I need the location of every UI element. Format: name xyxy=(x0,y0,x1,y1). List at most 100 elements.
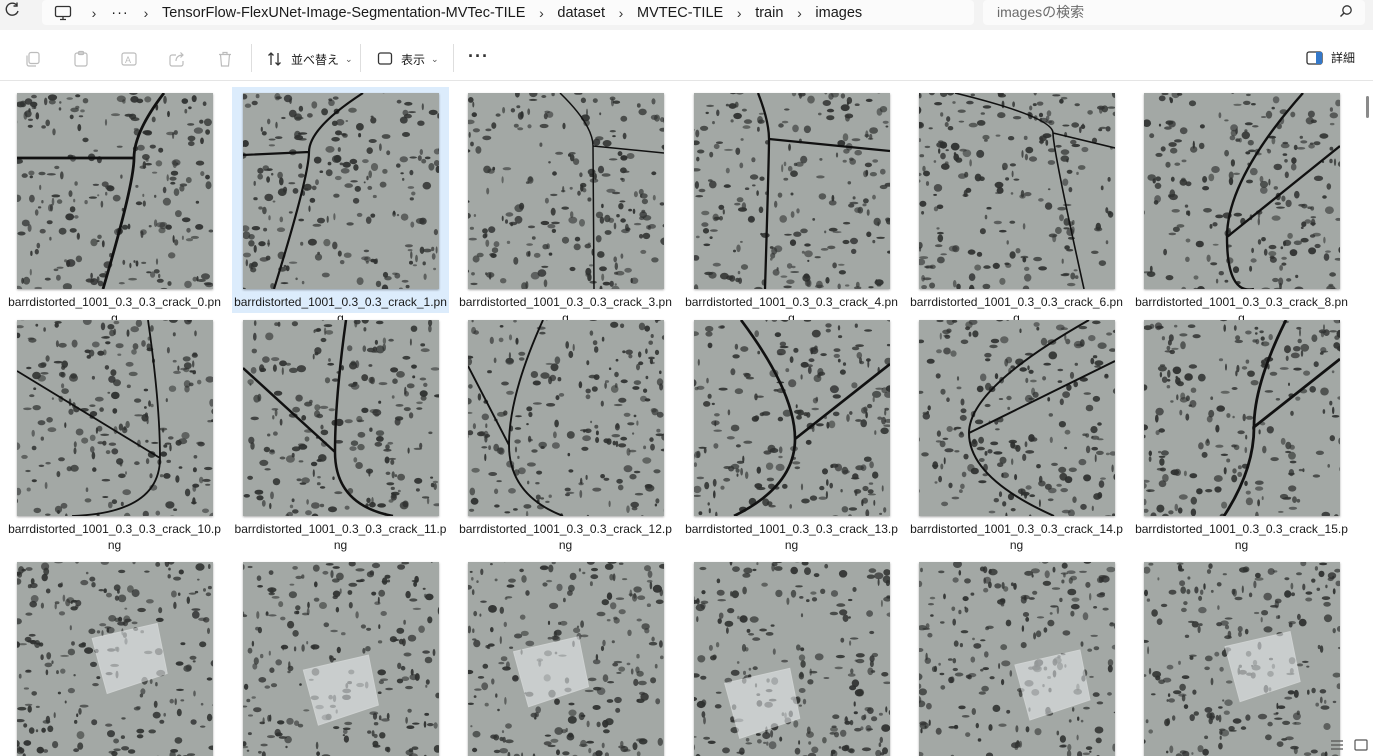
file-item[interactable]: barrdistorted_1001_0.3_0.3_crack_3.png xyxy=(457,87,674,325)
file-item[interactable] xyxy=(683,556,900,756)
file-thumbnail[interactable] xyxy=(694,562,890,756)
file-thumbnail[interactable] xyxy=(1144,562,1340,756)
details-label: 詳細 xyxy=(1331,51,1356,65)
breadcrumb[interactable]: › ··· › TensorFlow-FlexUNet-Image-Segmen… xyxy=(42,0,974,25)
breadcrumb-item-images[interactable]: images xyxy=(813,5,864,21)
chevron-right-icon: › xyxy=(797,4,802,21)
file-item[interactable] xyxy=(908,556,1125,756)
sort-button[interactable]: 並べ替え ⌄ xyxy=(267,47,353,71)
file-thumbnail[interactable] xyxy=(468,562,664,756)
toolbar-divider xyxy=(360,44,361,72)
chevron-right-icon: › xyxy=(539,4,544,21)
tape-tile-thumbnail xyxy=(243,562,439,756)
view-icon xyxy=(377,52,393,65)
sort-label: 並べ替え xyxy=(291,52,340,67)
rename-icon[interactable]: A xyxy=(118,48,140,70)
view-button[interactable]: 表示 ⌄ xyxy=(377,47,439,71)
file-thumbnail[interactable] xyxy=(1144,93,1340,289)
crack-tile-thumbnail xyxy=(919,93,1115,289)
paste-icon[interactable] xyxy=(70,48,92,70)
toolbar-divider xyxy=(251,44,252,72)
tape-tile-thumbnail xyxy=(919,562,1115,756)
file-item[interactable]: barrdistorted_1001_0.3_0.3_crack_8.png xyxy=(1133,87,1350,325)
details-view-icon[interactable] xyxy=(1329,738,1345,752)
chevron-down-icon: ⌄ xyxy=(431,53,439,64)
file-item[interactable]: barrdistorted_1001_0.3_0.3_crack_10.png xyxy=(6,314,223,554)
crack-tile-thumbnail xyxy=(243,320,439,516)
crack-tile-thumbnail xyxy=(17,93,213,289)
file-name: barrdistorted_1001_0.3_0.3_crack_11.png xyxy=(234,522,447,552)
file-name: barrdistorted_1001_0.3_0.3_crack_10.png xyxy=(8,522,221,552)
file-item[interactable]: barrdistorted_1001_0.3_0.3_crack_12.png xyxy=(457,314,674,554)
crack-tile-thumbnail xyxy=(694,320,890,516)
crack-tile-thumbnail xyxy=(468,93,664,289)
file-item[interactable] xyxy=(232,556,449,756)
share-icon[interactable] xyxy=(166,48,188,70)
tape-tile-thumbnail xyxy=(17,562,213,756)
file-thumbnail[interactable] xyxy=(919,562,1115,756)
view-label: 表示 xyxy=(401,52,426,67)
file-thumbnail[interactable] xyxy=(919,93,1115,289)
crack-tile-thumbnail xyxy=(919,320,1115,516)
details-pane-icon xyxy=(1306,50,1323,65)
file-item[interactable]: barrdistorted_1001_0.3_0.3_crack_1.png xyxy=(232,87,449,325)
tape-tile-thumbnail xyxy=(694,562,890,756)
crack-tile-thumbnail xyxy=(1144,93,1340,289)
file-item[interactable]: barrdistorted_1001_0.3_0.3_crack_13.png xyxy=(683,314,900,554)
chevron-down-icon: ⌄ xyxy=(345,53,353,64)
computer-icon[interactable] xyxy=(46,5,80,21)
file-thumbnail[interactable] xyxy=(468,93,664,289)
file-thumbnail[interactable] xyxy=(243,93,439,289)
file-thumbnail[interactable] xyxy=(919,320,1115,516)
toolbar-divider xyxy=(453,44,454,72)
search-icon[interactable] xyxy=(1339,4,1353,23)
chevron-right-icon: › xyxy=(736,4,742,21)
vertical-scrollbar[interactable] xyxy=(1366,96,1369,118)
file-thumbnail[interactable] xyxy=(17,320,213,516)
details-button[interactable]: 詳細 xyxy=(1306,49,1355,66)
file-item[interactable]: barrdistorted_1001_0.3_0.3_crack_6.png xyxy=(908,87,1125,325)
file-item[interactable]: barrdistorted_1001_0.3_0.3_crack_4.png xyxy=(683,87,900,325)
file-thumbnail[interactable] xyxy=(243,320,439,516)
chevron-right-icon: › xyxy=(618,4,624,21)
file-thumbnail[interactable] xyxy=(694,320,890,516)
file-thumbnail[interactable] xyxy=(1144,320,1340,516)
crack-tile-thumbnail xyxy=(1144,320,1340,516)
file-name: barrdistorted_1001_0.3_0.3_crack_14.png xyxy=(910,522,1123,552)
refresh-icon[interactable] xyxy=(2,0,22,22)
tape-tile-thumbnail xyxy=(1144,562,1340,756)
file-item[interactable]: barrdistorted_1001_0.3_0.3_crack_11.png xyxy=(232,314,449,554)
delete-icon[interactable] xyxy=(214,48,236,70)
address-bar-row: › ··· › TensorFlow-FlexUNet-Image-Segmen… xyxy=(0,0,1373,30)
chevron-right-icon: › xyxy=(91,4,97,21)
crack-tile-thumbnail xyxy=(694,93,890,289)
more-options-button[interactable]: ··· xyxy=(468,46,489,67)
breadcrumb-item-dataset[interactable]: dataset xyxy=(555,5,607,21)
file-item[interactable] xyxy=(457,556,674,756)
file-thumbnail[interactable] xyxy=(243,562,439,756)
file-name: barrdistorted_1001_0.3_0.3_crack_15.png xyxy=(1135,522,1348,552)
crack-tile-thumbnail xyxy=(243,93,439,289)
thumbnail-view-icon[interactable] xyxy=(1353,738,1369,752)
file-item[interactable] xyxy=(1133,556,1350,756)
sort-icon xyxy=(268,52,281,66)
file-item[interactable]: barrdistorted_1001_0.3_0.3_crack_15.png xyxy=(1133,314,1350,554)
file-name: barrdistorted_1001_0.3_0.3_crack_13.png xyxy=(685,522,898,552)
command-bar: A 並べ替え ⌄ 表示 ⌄ ··· 詳細 xyxy=(0,30,1373,81)
file-item[interactable] xyxy=(6,556,223,756)
crack-tile-thumbnail xyxy=(468,320,664,516)
crack-tile-thumbnail xyxy=(17,320,213,516)
copy-icon[interactable] xyxy=(22,48,44,70)
breadcrumb-overflow[interactable]: ··· xyxy=(108,5,132,21)
search-input[interactable]: imagesの検索 xyxy=(983,0,1365,25)
breadcrumb-item-mvtec-tile[interactable]: MVTEC-TILE xyxy=(635,5,725,21)
breadcrumb-item-train[interactable]: train xyxy=(753,5,785,21)
file-thumbnail[interactable] xyxy=(694,93,890,289)
breadcrumb-item-repo[interactable]: TensorFlow-FlexUNet-Image-Segmentation-M… xyxy=(160,5,527,21)
file-item[interactable]: barrdistorted_1001_0.3_0.3_crack_14.png xyxy=(908,314,1125,554)
file-thumbnail[interactable] xyxy=(17,93,213,289)
file-thumbnail[interactable] xyxy=(17,562,213,756)
file-thumbnail[interactable] xyxy=(468,320,664,516)
file-grid: barrdistorted_1001_0.3_0.3_crack_0.png ba… xyxy=(0,82,1373,756)
file-item[interactable]: barrdistorted_1001_0.3_0.3_crack_0.png xyxy=(6,87,223,325)
